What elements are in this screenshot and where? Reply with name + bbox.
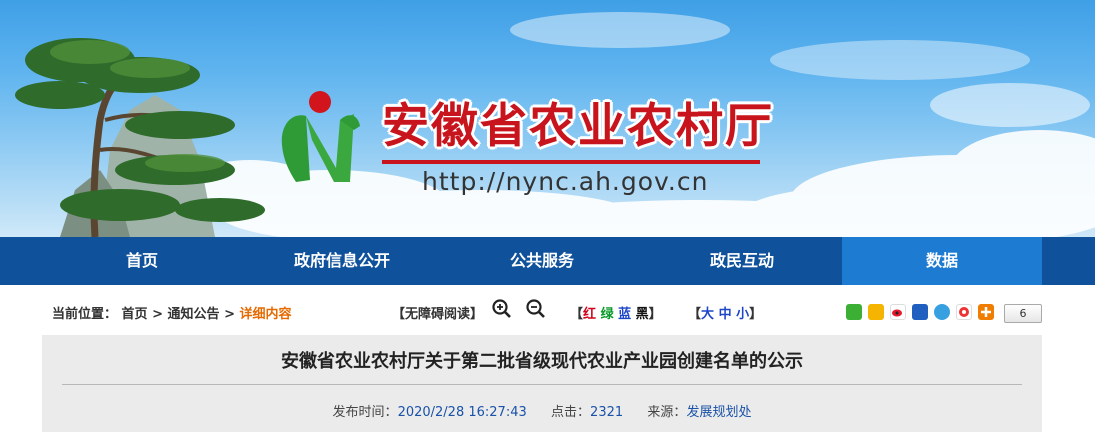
article-toolbar: 当前位置： 首页 > 通知公告 > 详细内容 【无障碍阅读】 【红 绿 蓝 黑】… [0, 287, 1095, 333]
qzone-icon[interactable] [868, 304, 884, 320]
source-label: 来源： [647, 405, 687, 420]
breadcrumb-separator: > [152, 307, 168, 322]
nav-item-home[interactable]: 首页 [42, 237, 242, 285]
zoom-out-icon[interactable] [525, 298, 547, 320]
breadcrumb-current: 详细内容 [239, 307, 292, 322]
breadcrumb-prefix: 当前位置： [52, 307, 118, 322]
color-switcher: 【红 绿 蓝 黑】 [570, 303, 662, 322]
nav-item-gov-info[interactable]: 政府信息公开 [242, 237, 442, 285]
breadcrumb-separator: > [224, 307, 240, 322]
zoom-in-icon[interactable] [491, 298, 513, 320]
weibo-icon[interactable] [890, 304, 906, 320]
breadcrumb-section-link[interactable]: 通知公告 [168, 307, 220, 322]
douban-icon[interactable] [956, 304, 972, 320]
article-meta: 发布时间：2020/2/28 16:27:43 点击：2321 来源：发展规划处 [42, 401, 1042, 420]
font-size-large-button[interactable]: 大 [701, 307, 714, 322]
title-underline [382, 160, 760, 164]
bracket: 】 [749, 307, 763, 322]
publish-time: 2020/2/28 16:27:43 [397, 405, 527, 420]
publish-label: 发布时间： [332, 405, 398, 420]
source-value: 发展规划处 [686, 405, 752, 420]
wechat-icon[interactable] [846, 304, 862, 320]
clicks-label: 点击： [551, 405, 591, 420]
main-nav: 首页 政府信息公开 公共服务 政民互动 数据 [0, 237, 1095, 285]
nav-item-data[interactable]: 数据 [842, 237, 1042, 285]
nav-item-interaction[interactable]: 政民互动 [642, 237, 842, 285]
tencent-weibo-icon[interactable] [934, 304, 950, 320]
renren-icon[interactable] [912, 304, 928, 320]
color-red-button[interactable]: 红 [583, 307, 596, 322]
bracket: 【 [688, 307, 702, 322]
bracket: 【 [570, 307, 584, 322]
article-header: 安徽省农业农村厅关于第二批省级现代农业产业园创建名单的公示 发布时间：2020/… [42, 335, 1042, 432]
breadcrumb-home-link[interactable]: 首页 [122, 307, 148, 322]
color-blue-button[interactable]: 蓝 [618, 307, 631, 322]
site-banner: 安徽省农业农村厅 http://nync.ah.gov.cn [0, 0, 1095, 237]
font-size-medium-button[interactable]: 中 [719, 307, 732, 322]
color-black-button[interactable]: 黑 [636, 307, 649, 322]
font-size-small-button[interactable]: 小 [736, 307, 749, 322]
share-count: 6 [1004, 304, 1042, 323]
font-size-switcher: 【大 中 小】 [688, 303, 762, 322]
article-title: 安徽省农业农村厅关于第二批省级现代农业产业园创建名单的公示 [281, 351, 803, 372]
green-n-red-sun-logo-icon [281, 91, 360, 182]
click-count: 2321 [590, 405, 624, 420]
bracket: 】 [648, 307, 662, 322]
divider [62, 384, 1022, 385]
color-green-button[interactable]: 绿 [601, 307, 614, 322]
site-url: http://nync.ah.gov.cn [422, 167, 709, 196]
nav-item-public-service[interactable]: 公共服务 [442, 237, 642, 285]
accessible-reading-button[interactable]: 【无障碍阅读】 [392, 303, 483, 322]
site-title: 安徽省农业农村厅 [382, 99, 774, 154]
breadcrumb: 当前位置： 首页 > 通知公告 > 详细内容 [52, 303, 292, 322]
more-share-icon[interactable] [978, 304, 994, 320]
